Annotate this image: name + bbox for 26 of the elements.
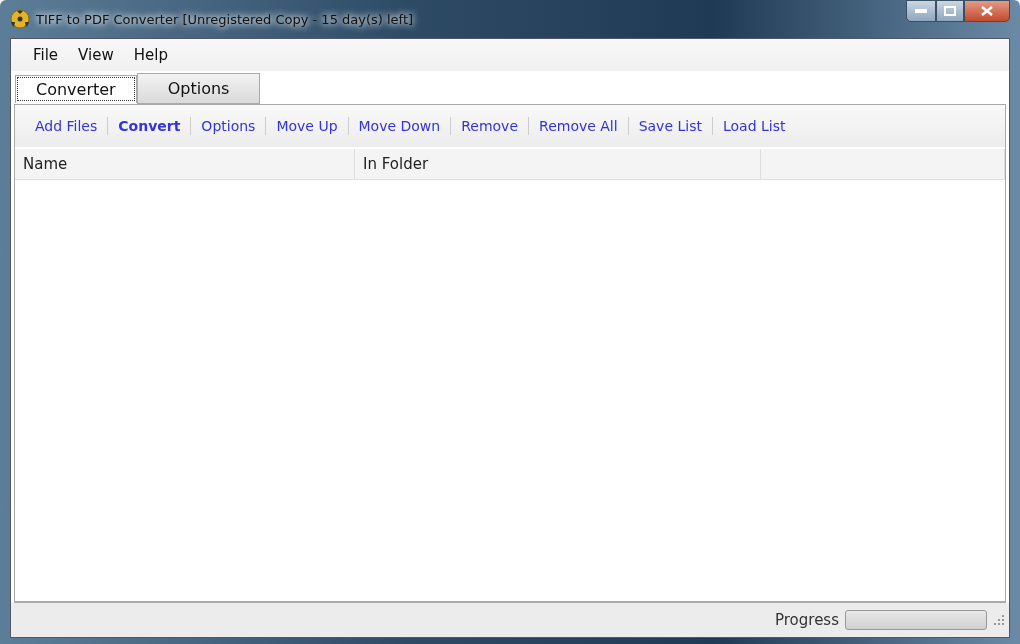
toolbar-link[interactable]: Add Files (25, 118, 108, 134)
menu-item[interactable]: Help (123, 43, 178, 67)
progress-label: Progress (775, 611, 839, 629)
toolbar-link[interactable]: Remove All (529, 118, 628, 134)
menu-item[interactable]: File (23, 43, 69, 67)
maximize-button[interactable] (936, 0, 964, 22)
toolbar-link[interactable]: Convert (108, 118, 191, 134)
column-header[interactable]: In Folder (355, 149, 761, 179)
tab[interactable]: Options (136, 73, 261, 104)
window-title: TIFF to PDF Converter [Unregistered Copy - 15 day(s) left] (36, 11, 414, 27)
toolbar-link[interactable]: Save List (628, 118, 712, 134)
toolbar-link[interactable]: Remove (451, 118, 529, 134)
maximize-icon (944, 6, 956, 16)
close-button[interactable] (964, 0, 1010, 22)
toolbar-link[interactable]: Options (191, 118, 266, 134)
toolbar-link[interactable]: Move Up (266, 118, 348, 134)
toolbar-link[interactable]: Move Down (348, 118, 451, 134)
resize-grip-icon (993, 614, 1005, 626)
column-header[interactable]: Name (15, 149, 355, 179)
toolbar-link[interactable]: Load List (712, 118, 796, 134)
tab[interactable]: Converter (15, 75, 137, 103)
minimize-button[interactable] (906, 0, 936, 22)
close-icon (981, 6, 993, 16)
minimize-icon (915, 9, 927, 13)
menu-item[interactable]: View (68, 43, 124, 67)
app-icon (10, 9, 30, 29)
